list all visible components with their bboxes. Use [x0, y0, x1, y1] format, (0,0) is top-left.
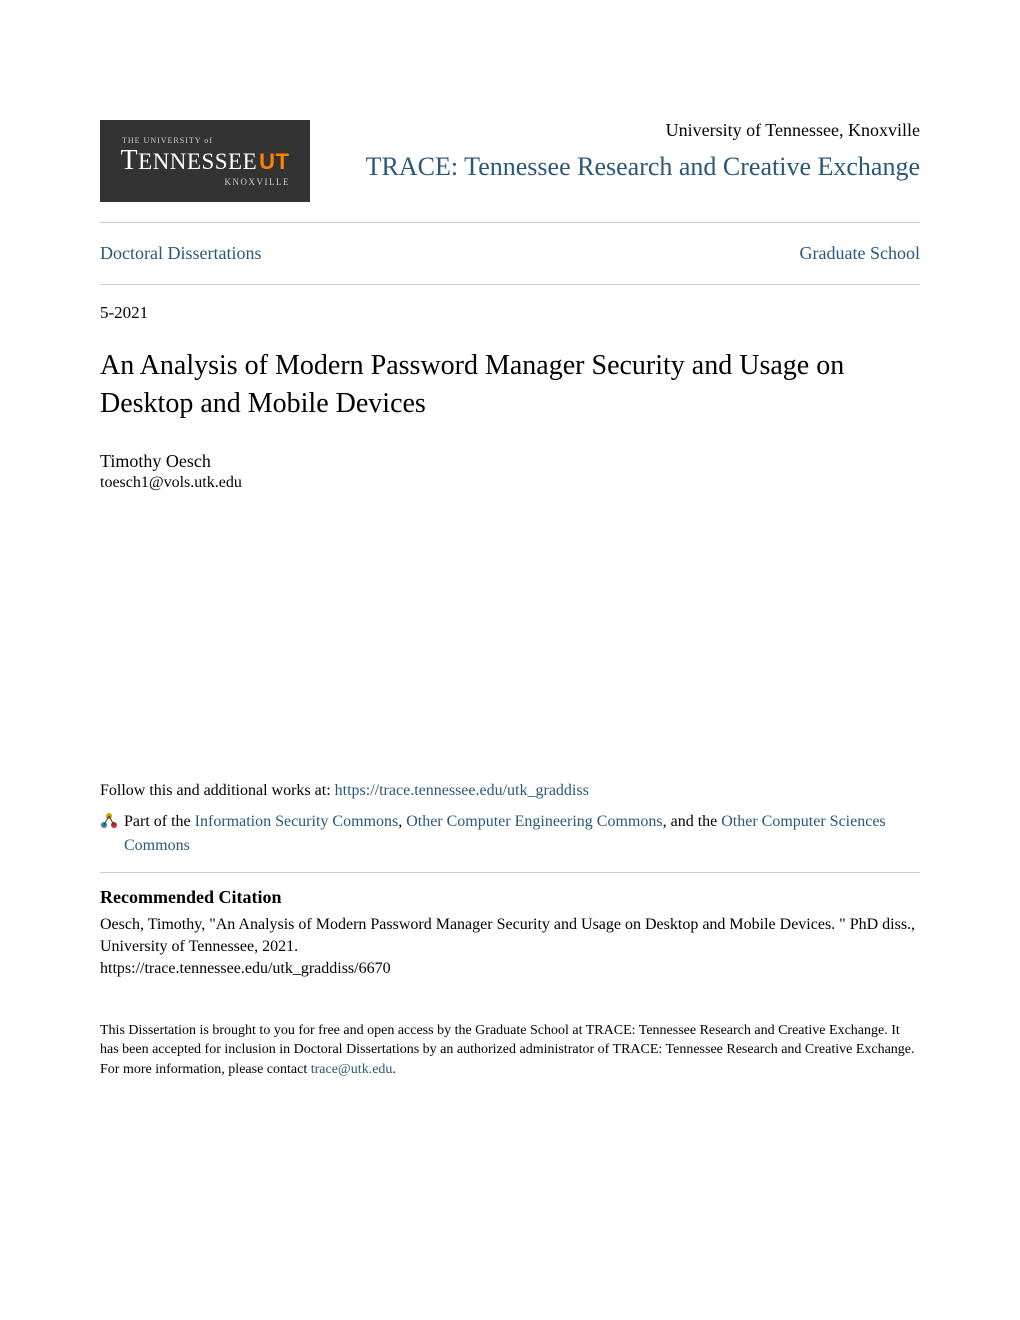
- divider-3: [100, 872, 920, 873]
- logo-line1: THE UNIVERSITY of: [122, 136, 213, 145]
- graduate-school-link[interactable]: Graduate School: [800, 243, 920, 264]
- partof-prefix: Part of the: [124, 813, 195, 830]
- header-section: THE UNIVERSITY of TENNESSEEUT KNOXVILLE …: [100, 120, 920, 202]
- spacer: [100, 492, 920, 782]
- collection-link[interactable]: Doctoral Dissertations: [100, 243, 261, 264]
- commons-link-2[interactable]: Other Computer Engineering Commons: [406, 813, 662, 830]
- paper-title: An Analysis of Modern Password Manager S…: [100, 347, 920, 423]
- citation-body: Oesch, Timothy, "An Analysis of Modern P…: [100, 916, 915, 955]
- citation-heading: Recommended Citation: [100, 887, 920, 908]
- follow-prefix: Follow this and additional works at:: [100, 782, 335, 799]
- ut-logo: THE UNIVERSITY of TENNESSEEUT KNOXVILLE: [100, 120, 310, 202]
- university-name: University of Tennessee, Knoxville: [340, 120, 920, 141]
- divider-2: [100, 284, 920, 285]
- partof-sep2: , and the: [663, 813, 722, 830]
- header-text: University of Tennessee, Knoxville TRACE…: [310, 120, 920, 184]
- logo-line3: KNOXVILLE: [225, 177, 291, 187]
- logo-t: T: [121, 145, 139, 177]
- publication-date: 5-2021: [100, 303, 920, 323]
- commons-link-1[interactable]: Information Security Commons: [195, 813, 399, 830]
- divider-1: [100, 222, 920, 223]
- footer-period: .: [392, 1062, 396, 1077]
- breadcrumb-links: Doctoral Dissertations Graduate School: [100, 237, 920, 270]
- author-email: toesch1@vols.utk.edu: [100, 474, 920, 492]
- footer-text: This Dissertation is brought to you for …: [100, 1021, 920, 1080]
- author-name: Timothy Oesch: [100, 451, 920, 472]
- follow-url-link[interactable]: https://trace.tennessee.edu/utk_graddiss: [335, 782, 589, 799]
- repository-title-link[interactable]: TRACE: Tennessee Research and Creative E…: [340, 149, 920, 184]
- contact-email-link[interactable]: trace@utk.edu: [311, 1062, 393, 1077]
- follow-works: Follow this and additional works at: htt…: [100, 782, 920, 800]
- citation-text: Oesch, Timothy, "An Analysis of Modern P…: [100, 914, 920, 981]
- footer-body: This Dissertation is brought to you for …: [100, 1023, 915, 1077]
- part-of-text: Part of the Information Security Commons…: [124, 810, 920, 858]
- logo-line2: TENNESSEEUT: [121, 145, 290, 177]
- citation-url: https://trace.tennessee.edu/utk_graddiss…: [100, 960, 391, 977]
- footer-spacer: [100, 981, 920, 1021]
- logo-ut-mark: UT: [259, 149, 289, 175]
- part-of-row: Part of the Information Security Commons…: [100, 810, 920, 858]
- network-icon: [100, 812, 118, 830]
- partof-sep1: ,: [398, 813, 406, 830]
- logo-tennessee: ENNESSEE: [138, 149, 257, 175]
